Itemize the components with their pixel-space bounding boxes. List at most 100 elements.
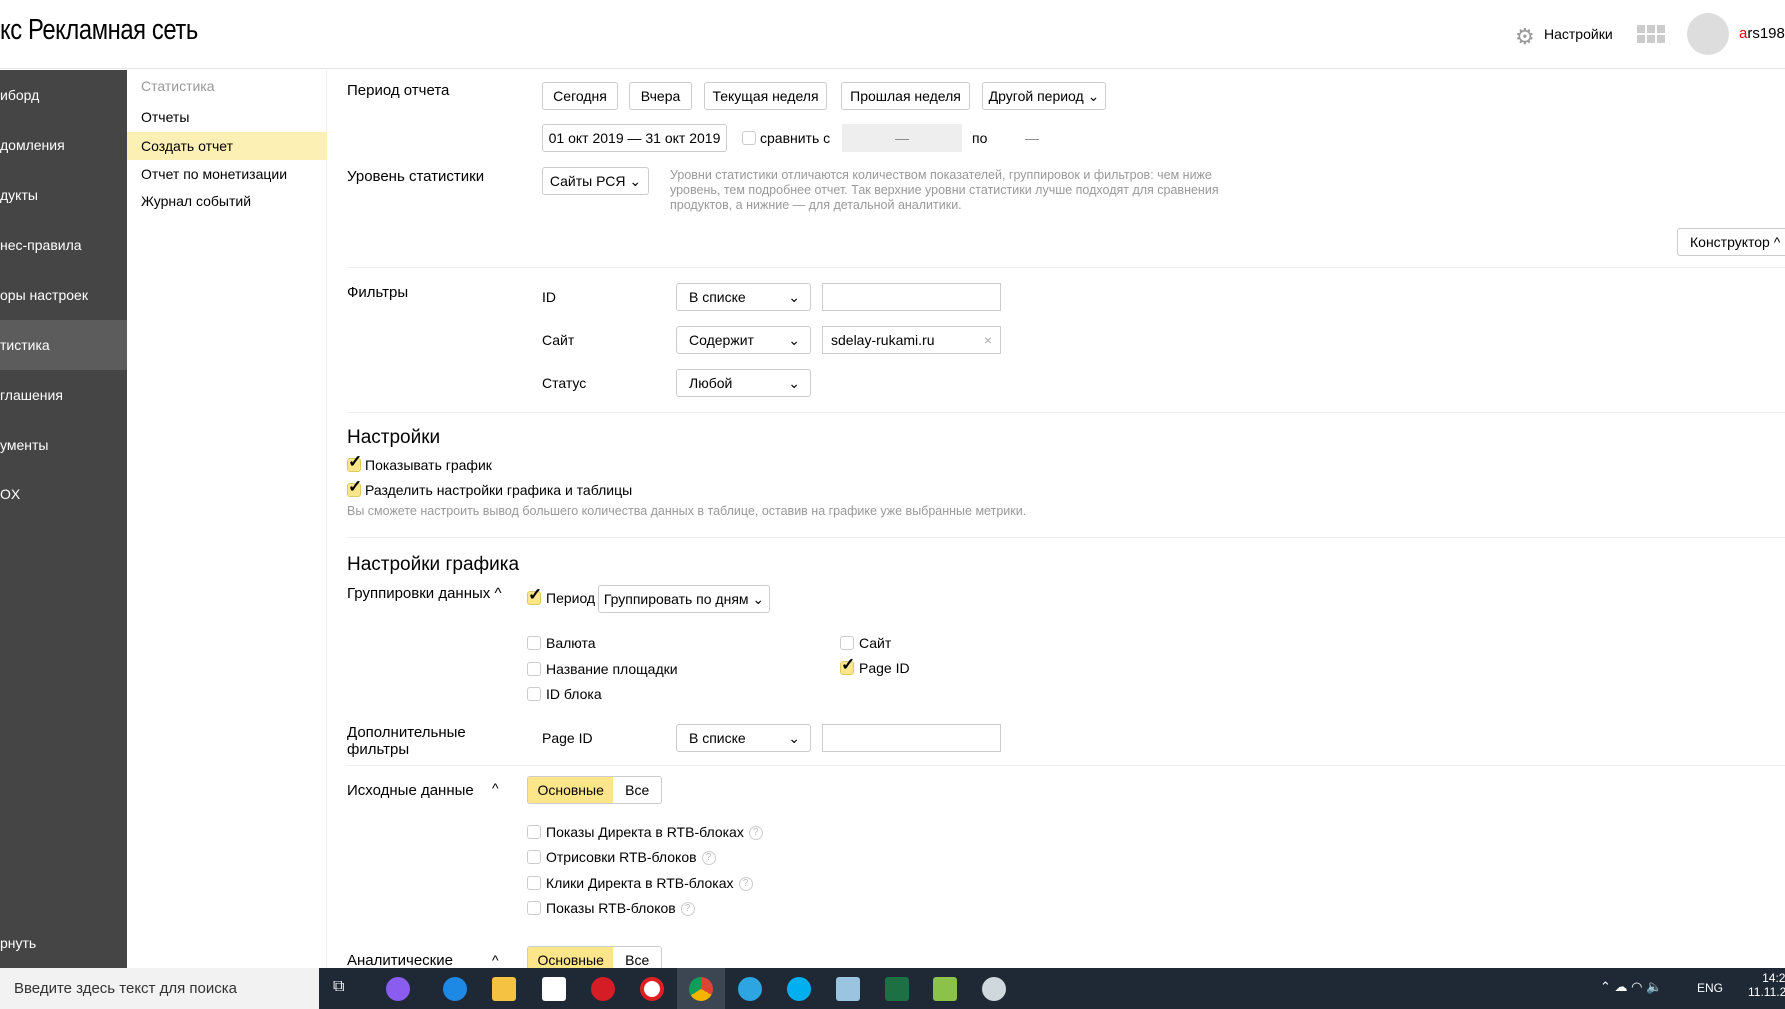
help-icon[interactable]: ?: [748, 826, 763, 841]
gear-icon[interactable]: ⚙: [1515, 24, 1535, 50]
current-week-button[interactable]: Текущая неделя: [704, 82, 827, 110]
last-week-button[interactable]: Прошлая неделя: [841, 82, 970, 110]
submenu-item-reports[interactable]: Отчеты: [127, 103, 327, 131]
submenu-item-monetization[interactable]: Отчет по монетизации: [127, 160, 327, 188]
source-main-option[interactable]: Основные: [528, 777, 614, 803]
site-name-label: Название площадки: [546, 661, 678, 677]
username-rest: rs198: [1747, 25, 1785, 42]
level-hint: Уровни статистики отличаются количеством…: [670, 168, 1219, 212]
compare-to-input[interactable]: —: [1025, 130, 1039, 146]
source-checkbox[interactable]: [527, 876, 541, 890]
paint-icon[interactable]: [982, 977, 1006, 1001]
mail-icon[interactable]: [542, 977, 566, 1001]
settings-link[interactable]: Настройки: [1544, 26, 1613, 42]
chevron-up-icon[interactable]: ^: [492, 952, 499, 968]
filter-site-input[interactable]: sdelay-rukami.ru ×: [822, 326, 1001, 354]
level-dropdown[interactable]: Сайты РСЯ ⌄: [542, 167, 649, 195]
filter-status-operator[interactable]: Любой ⌄: [676, 369, 811, 397]
sidebar-item-dashboard[interactable]: иборд: [0, 70, 127, 120]
today-button[interactable]: Сегодня: [542, 82, 618, 110]
compare-label: сравнить с: [760, 130, 831, 146]
submenu-item-event-log[interactable]: Журнал событий: [127, 187, 327, 215]
task-view-icon[interactable]: ⧉: [333, 978, 344, 996]
period-checkbox[interactable]: [527, 585, 542, 605]
site-label: Сайт: [859, 635, 892, 651]
constructor-button[interactable]: Конструктор ^: [1677, 228, 1785, 256]
source-data-toggle[interactable]: Основные Все: [527, 776, 662, 804]
clock[interactable]: 14:2111.11.2019: [1748, 971, 1785, 999]
sidebar-item-business-rules[interactable]: нес-правила: [0, 220, 127, 270]
sidebar-item-statistics[interactable]: тистика: [0, 320, 127, 370]
to-label: по: [972, 130, 988, 146]
extra-filter-operator[interactable]: В списке ⌄: [676, 724, 811, 752]
page-id-checkbox[interactable]: [840, 655, 855, 675]
other-period-dropdown[interactable]: Другой период ⌄: [982, 82, 1106, 110]
block-id-checkbox[interactable]: [527, 687, 541, 701]
apps-grid-icon[interactable]: [1637, 25, 1665, 43]
divider: [347, 765, 1785, 766]
sidebar-item-notifications[interactable]: домления: [0, 120, 127, 170]
date-range-input[interactable]: 01 окт 2019 — 31 окт 2019: [542, 124, 727, 152]
chevron-down-icon: ⌄: [1087, 88, 1100, 104]
yandex-browser-icon[interactable]: [640, 977, 664, 1001]
logo[interactable]: кс Рекламная сеть: [0, 14, 198, 47]
divider: [347, 537, 1785, 538]
excel-icon[interactable]: [885, 977, 909, 1001]
submenu-item-create-report[interactable]: Создать отчет: [127, 132, 327, 160]
filter-site-operator[interactable]: Содержит ⌄: [676, 326, 811, 354]
help-icon[interactable]: ?: [738, 877, 753, 892]
settings-heading: Настройки: [347, 427, 441, 448]
grouping-toggle[interactable]: Группировки данных ^: [347, 585, 502, 602]
help-icon[interactable]: ?: [701, 851, 716, 866]
source-checkbox[interactable]: [527, 850, 541, 864]
compare-checkbox[interactable]: [742, 131, 756, 145]
extra-filter-field-label: Page ID: [542, 730, 593, 746]
sidebar-collapse[interactable]: рнуть: [0, 918, 127, 968]
yesterday-button[interactable]: Вчера: [629, 82, 692, 110]
compare-from-input[interactable]: —: [842, 124, 962, 152]
telegram-icon[interactable]: [738, 977, 762, 1001]
source-all-option[interactable]: Все: [613, 777, 661, 803]
skype-icon[interactable]: [787, 977, 811, 1001]
chevron-down-icon: ⌄: [788, 375, 800, 391]
sidebar-item-documents[interactable]: ументы: [0, 420, 127, 470]
source-item-label: Показы Директа в RTB-блоках: [546, 824, 744, 840]
opera-icon[interactable]: [591, 977, 615, 1001]
split-settings-checkbox[interactable]: [347, 477, 362, 497]
clock-date: 11.11.2019: [1748, 985, 1785, 999]
group-by-dropdown[interactable]: Группировать по дням ⌄: [598, 585, 770, 613]
currency-checkbox[interactable]: [527, 636, 541, 650]
site-name-checkbox[interactable]: [527, 662, 541, 676]
filter-status-label: Статус: [542, 375, 587, 391]
chevron-up-icon[interactable]: ^: [492, 780, 499, 796]
filter-status-op-value: Любой: [689, 375, 733, 391]
filter-id-input[interactable]: [822, 283, 1001, 311]
sidebar-item-products[interactable]: дукты: [0, 170, 127, 220]
avatar[interactable]: [1687, 13, 1729, 55]
edge-icon[interactable]: [443, 977, 467, 1001]
submenu-title: Статистика: [141, 78, 215, 94]
source-checkbox[interactable]: [527, 901, 541, 915]
source-data-label: Исходные данные: [347, 782, 474, 799]
explorer-icon[interactable]: [492, 977, 516, 1001]
tray-icons[interactable]: ⌃ ☁ ◠ 🔈: [1600, 979, 1662, 995]
source-checkbox[interactable]: [527, 825, 541, 839]
notepadpp-icon[interactable]: [933, 977, 957, 1001]
taskbar-search[interactable]: Введите здесь текст для поиска: [0, 968, 319, 1009]
sidebar-item-agreements[interactable]: глашения: [0, 370, 127, 420]
help-icon[interactable]: ?: [680, 902, 695, 917]
alice-icon[interactable]: [386, 977, 410, 1001]
filter-id-operator[interactable]: В списке ⌄: [676, 283, 811, 311]
clear-icon[interactable]: ×: [984, 327, 992, 353]
language-indicator[interactable]: ENG: [1697, 981, 1723, 995]
period-label: Период отчета: [347, 82, 450, 99]
extra-filter-input[interactable]: [822, 724, 1001, 752]
show-chart-checkbox[interactable]: [347, 452, 362, 472]
notepad-icon[interactable]: [836, 977, 860, 1001]
sidebar-item-ox[interactable]: OX: [0, 469, 127, 519]
username[interactable]: ars198: [1739, 25, 1785, 42]
sidebar-item-presets[interactable]: оры настроек: [0, 270, 127, 320]
extra-filter-op-value: В списке: [689, 730, 746, 746]
site-checkbox[interactable]: [840, 636, 854, 650]
chrome-icon[interactable]: [689, 977, 713, 1001]
